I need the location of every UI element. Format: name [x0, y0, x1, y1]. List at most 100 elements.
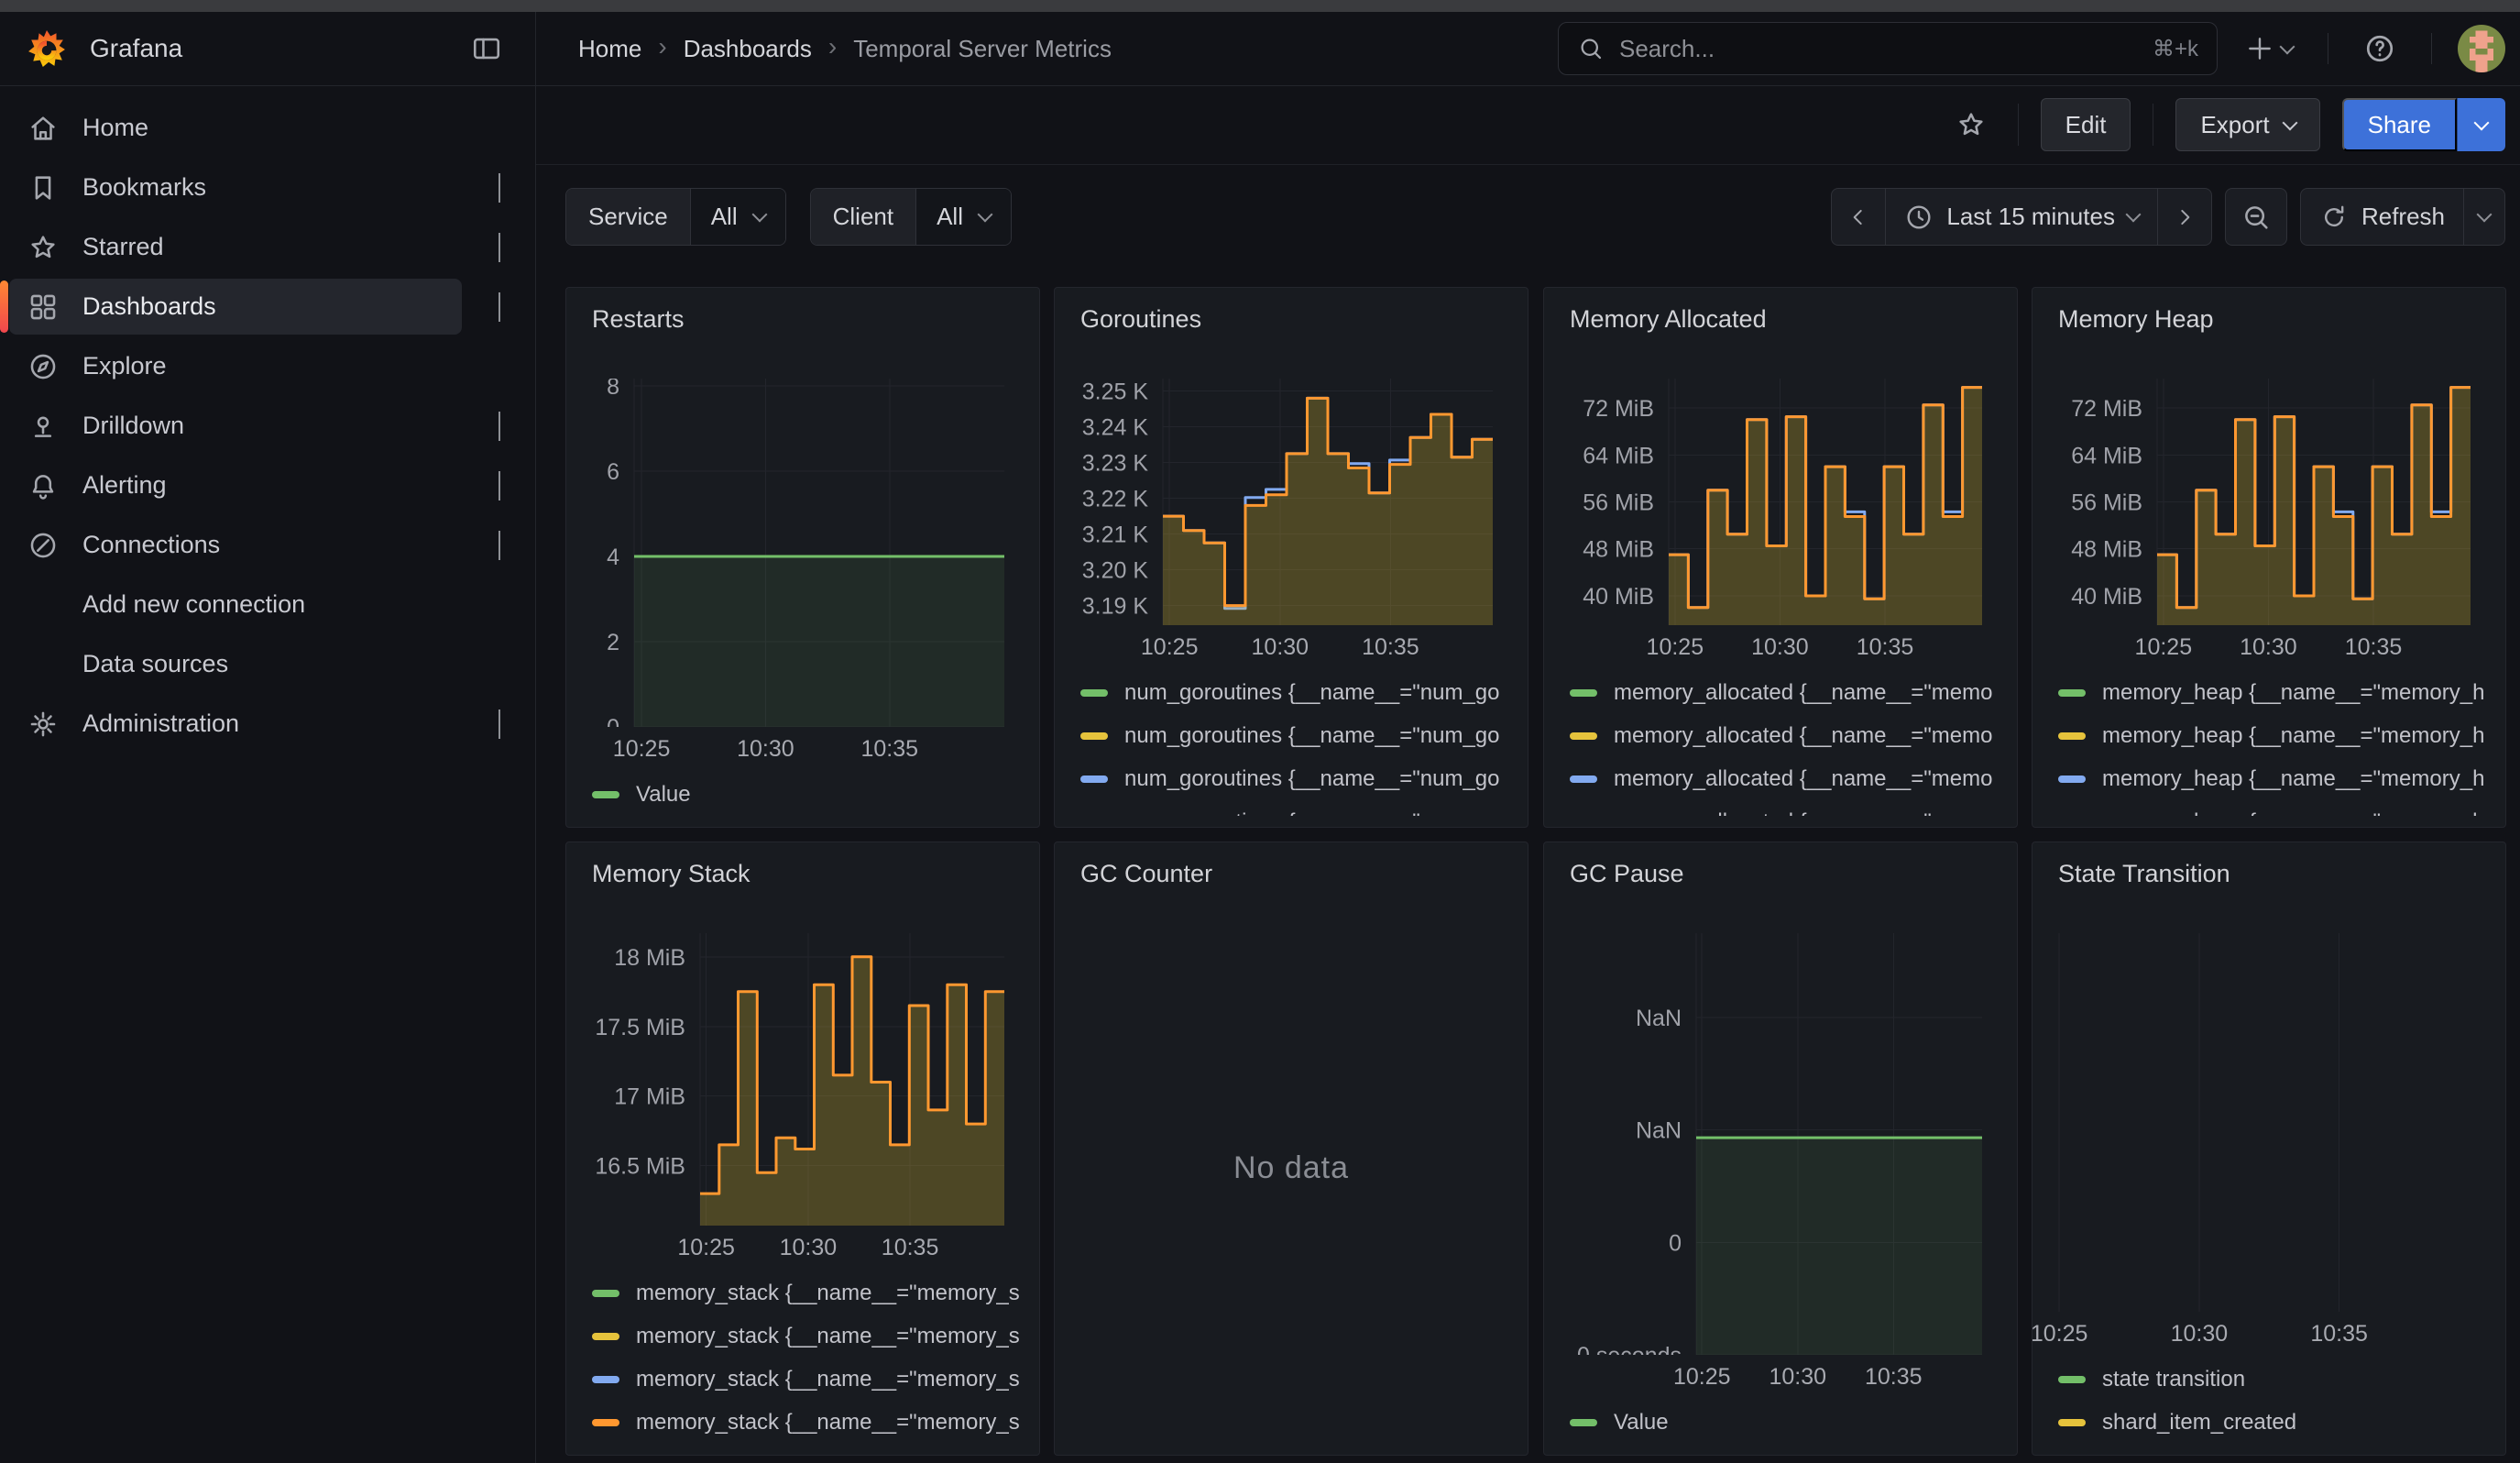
svg-text:64 MiB: 64 MiB: [2071, 443, 2142, 468]
panel-title[interactable]: Memory Allocated: [1557, 301, 2004, 337]
legend-item[interactable]: memory_allocated {__name__="memo: [1570, 714, 2004, 757]
legend-item[interactable]: memory_stack {__name__="memory_s: [592, 1314, 1026, 1358]
panel-title[interactable]: GC Pause: [1557, 855, 2004, 892]
chart-svg: 02468: [579, 379, 1026, 727]
x-axis-tick: 10:25: [1673, 1364, 1731, 1391]
legend-item[interactable]: memory_allocated {__name__="memo: [1570, 757, 2004, 800]
bell-icon: [27, 470, 59, 501]
sidebar-item-label: Drilldown: [82, 412, 184, 440]
legend-item-clipped[interactable]: memory_allocated {__name__="memo: [1570, 800, 2004, 816]
legend-series-dash: [1080, 776, 1108, 783]
x-axis-tick: 10:35: [860, 736, 918, 763]
chart-plot-area[interactable]: 72 MiB64 MiB56 MiB48 MiB40 MiB: [2045, 379, 2493, 625]
x-axis-labels: 10:2510:3010:35: [579, 1229, 1026, 1266]
svg-text:48 MiB: 48 MiB: [2071, 537, 2142, 563]
panel-legend: num_goroutines {__name__="num_gonum_goro…: [1068, 666, 1515, 816]
user-avatar[interactable]: [2458, 25, 2505, 72]
dashboard-canvas: Service All Client All Last 15 minutes: [536, 165, 2520, 1463]
search-shortcut: ⌘+k: [2153, 36, 2198, 62]
legend-item[interactable]: shard_item_created: [2058, 1401, 2493, 1444]
svg-text:3.22 K: 3.22 K: [1082, 487, 1149, 512]
panel-title[interactable]: Memory Stack: [579, 855, 1026, 892]
panel-title[interactable]: GC Counter: [1068, 855, 1515, 892]
chart-plot-area[interactable]: [2045, 933, 2493, 1312]
favorite-star-button[interactable]: [1946, 99, 1996, 150]
legend-item[interactable]: num_goroutines {__name__="num_go: [1080, 671, 1515, 714]
legend-item[interactable]: memory_allocated {__name__="memo: [1570, 671, 2004, 714]
legend-item[interactable]: memory_stack {__name__="memory_s: [592, 1401, 1026, 1444]
plug-icon: [27, 530, 59, 561]
sidebar-item-explore[interactable]: Explore: [0, 336, 535, 396]
legend-item[interactable]: memory_heap {__name__="memory_h: [2058, 714, 2493, 757]
panel-title[interactable]: Goroutines: [1068, 301, 1515, 337]
collapse-sidebar-button[interactable]: [462, 23, 511, 74]
legend-item-clipped[interactable]: memory_heap {__name__="memory_h: [2058, 800, 2493, 816]
sidebar-item-connections[interactable]: Connections: [0, 515, 535, 575]
panel-memory-allocated: Memory Allocated 72 MiB64 MiB56 MiB48 MiB…: [1543, 287, 2018, 828]
panel-title[interactable]: State Transition: [2045, 855, 2493, 892]
chart-plot-area[interactable]: 02468: [579, 379, 1026, 727]
sidebar-item-alerting[interactable]: Alerting: [0, 456, 535, 515]
legend-item[interactable]: num_goroutines {__name__="num_go: [1080, 757, 1515, 800]
legend-series-dash: [1570, 776, 1597, 783]
chevron-down-icon: [499, 173, 500, 203]
svg-text:3.20 K: 3.20 K: [1082, 558, 1149, 584]
legend-item[interactable]: Value: [592, 773, 1026, 816]
legend-series-dash: [592, 1419, 619, 1426]
breadcrumb-item: Temporal Server Metrics: [853, 35, 1112, 63]
x-axis-tick: 10:30: [2240, 634, 2297, 661]
sidebar-item-bookmarks[interactable]: Bookmarks: [0, 158, 535, 217]
chart-plot-area[interactable]: 18 MiB17.5 MiB17 MiB16.5 MiB: [579, 933, 1026, 1226]
panel-memory-heap: Memory Heap 72 MiB64 MiB56 MiB48 MiB40 Mi…: [2032, 287, 2506, 828]
svg-text:3.23 K: 3.23 K: [1082, 451, 1149, 477]
chart-plot-area[interactable]: 0 seconds0NaNNaN: [1557, 933, 2004, 1355]
panel-legend: state transitionshard_item_created: [2045, 1352, 2493, 1444]
legend-item[interactable]: Value: [1570, 1401, 2004, 1444]
legend-item[interactable]: memory_stack {__name__="memory_s: [592, 1358, 1026, 1401]
svg-text:8: 8: [607, 379, 619, 400]
panel-state-transition: State Transition10:2510:3010:35state tra…: [2032, 842, 2506, 1456]
window-title-strip: [0, 0, 2520, 12]
legend-item[interactable]: memory_heap {__name__="memory_h: [2058, 757, 2493, 800]
sidebar-item-dashboards[interactable]: Dashboards: [0, 277, 535, 336]
sidebar-item-data-sources[interactable]: Data sources: [0, 634, 535, 694]
legend-series-label: memory_allocated {__name__="memo: [1614, 809, 1992, 817]
edit-button[interactable]: Edit: [2041, 98, 2131, 151]
sidebar-item-drilldown[interactable]: Drilldown: [0, 396, 535, 456]
product-name: Grafana: [90, 34, 438, 63]
legend-item[interactable]: num_goroutines {__name__="num_go: [1080, 714, 1515, 757]
sidebar-item-home[interactable]: Home: [0, 98, 535, 158]
breadcrumb-item[interactable]: Home: [578, 35, 641, 63]
legend-item[interactable]: state transition: [2058, 1358, 2493, 1401]
export-button[interactable]: Export: [2175, 98, 2319, 151]
sidebar-item-label: Data sources: [82, 650, 228, 678]
chart-plot-area[interactable]: 72 MiB64 MiB56 MiB48 MiB40 MiB: [1557, 379, 2004, 625]
x-axis-labels: 10:2510:3010:35: [2045, 629, 2493, 666]
panel-title[interactable]: Memory Heap: [2045, 301, 2493, 337]
chart-plot-area[interactable]: 3.25 K3.24 K3.23 K3.22 K3.21 K3.20 K3.19…: [1068, 379, 1515, 625]
x-axis-tick: 10:35: [882, 1235, 939, 1261]
help-button[interactable]: [2354, 23, 2405, 74]
panel-title[interactable]: Restarts: [579, 301, 1026, 337]
legend-series-dash: [2058, 732, 2086, 740]
panel-gc-counter: GC CounterNo data: [1054, 842, 1528, 1456]
search-input[interactable]: Search... ⌘+k: [1558, 22, 2218, 75]
legend-series-label: memory_allocated {__name__="memo: [1614, 723, 1992, 749]
legend-series-label: num_goroutines {__name__="num_go: [1124, 680, 1500, 706]
legend-item[interactable]: memory_stack {__name__="memory_s: [592, 1271, 1026, 1314]
share-button[interactable]: Share: [2342, 98, 2457, 151]
legend-item[interactable]: memory_heap {__name__="memory_h: [2058, 671, 2493, 714]
sidebar-item-starred[interactable]: Starred: [0, 217, 535, 277]
share-options-button[interactable]: [2457, 98, 2505, 151]
breadcrumb-item[interactable]: Dashboards: [684, 35, 812, 63]
panel-restarts: Restarts0246810:2510:3010:35Value: [565, 287, 1040, 828]
sidebar-item-administration[interactable]: Administration: [0, 694, 535, 754]
svg-text:0: 0: [1669, 1230, 1682, 1256]
grafana-logo-icon: [27, 29, 66, 68]
legend-series-label: num_goroutines {__name__="num_go: [1124, 809, 1500, 817]
new-button[interactable]: [2236, 23, 2302, 74]
legend-item-clipped[interactable]: num_goroutines {__name__="num_go: [1080, 800, 1515, 816]
sidebar-item-add-new-connection[interactable]: Add new connection: [0, 575, 535, 634]
sidebar-navigation: HomeBookmarksStarredDashboardsExplore Dri…: [0, 85, 536, 1463]
svg-text:72 MiB: 72 MiB: [1583, 396, 1654, 422]
